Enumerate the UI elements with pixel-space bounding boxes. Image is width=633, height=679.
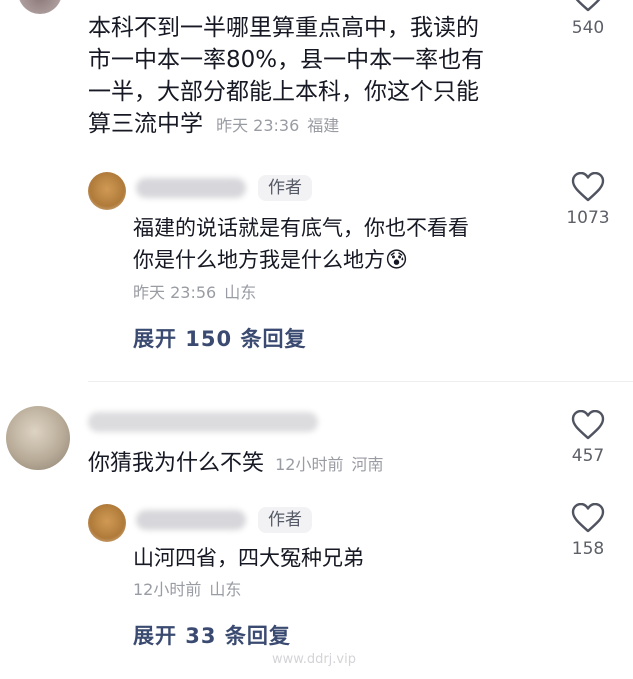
divider	[88, 381, 633, 382]
reply-body: 福建的说话就是有底气，你也不看看 你是什么地方我是什么地方😰 昨天 23:56 山…	[133, 212, 563, 303]
comment-line: 一半，大部分都能上本科，你这个只能	[88, 79, 479, 105]
author-tag: 作者	[258, 507, 312, 533]
comment-line: 本科不到一半哪里算重点高中，我读的	[88, 15, 479, 41]
like-count: 457	[571, 446, 605, 466]
reply-line: 福建的说话就是有底气，你也不看看	[133, 216, 469, 240]
like-button[interactable]: 158	[553, 502, 623, 559]
reply-location: 山东	[209, 580, 242, 599]
reply-location: 山东	[224, 283, 257, 302]
sweat-emoji-icon: 😰	[385, 248, 408, 273]
like-button[interactable]: 540	[553, 0, 623, 38]
avatar[interactable]	[6, 406, 70, 470]
heart-icon[interactable]	[571, 409, 605, 440]
reply-time: 昨天 23:56	[133, 283, 217, 302]
comment-meta: 12小时前 河南	[275, 455, 391, 474]
comment-body: 本科不到一半哪里算重点高中，我读的 市一中本一率80%，县一中本一率也有 一半，…	[88, 12, 558, 140]
avatar[interactable]	[88, 172, 126, 210]
watermark: www.ddrj.vip	[272, 652, 356, 667]
comment-meta: 昨天 23:36 福建	[216, 116, 347, 135]
comment-location: 河南	[351, 455, 384, 474]
avatar[interactable]	[18, 0, 62, 14]
reply-meta: 12小时前 山东	[133, 576, 563, 600]
reply-time: 12小时前	[133, 580, 202, 599]
comment-body: 你猜我为什么不笑 12小时前 河南	[88, 448, 392, 480]
reply-meta: 昨天 23:56 山东	[133, 279, 563, 303]
avatar[interactable]	[88, 504, 126, 542]
reply-text: 山河四省，四大冤种兄弟	[133, 546, 364, 570]
expand-replies-button[interactable]: 展开 150 条回复	[133, 323, 306, 353]
like-count: 158	[571, 539, 605, 559]
comment-line: 算三流中学	[88, 111, 203, 137]
comment-time: 12小时前	[275, 455, 344, 474]
reply-line: 你是什么地方我是什么地方	[133, 248, 385, 272]
reply-body: 山河四省，四大冤种兄弟 12小时前 山东	[133, 542, 563, 600]
expand-replies-button[interactable]: 展开 33 条回复	[133, 620, 291, 650]
like-count: 1073	[566, 208, 610, 228]
like-button[interactable]: 457	[553, 409, 623, 466]
username[interactable]	[136, 510, 246, 530]
heart-icon[interactable]	[571, 171, 605, 202]
like-count: 540	[571, 18, 605, 38]
like-button[interactable]: 1073	[553, 171, 623, 228]
heart-icon[interactable]	[571, 502, 605, 533]
comment-time: 昨天 23:36	[216, 116, 300, 135]
comment-line: 市一中本一率80%，县一中本一率也有	[88, 47, 485, 73]
heart-icon[interactable]	[571, 0, 605, 12]
comment-location: 福建	[307, 116, 340, 135]
comment-text: 你猜我为什么不笑	[88, 451, 265, 476]
author-tag: 作者	[258, 175, 312, 201]
username[interactable]	[88, 412, 318, 432]
username[interactable]	[136, 178, 246, 198]
